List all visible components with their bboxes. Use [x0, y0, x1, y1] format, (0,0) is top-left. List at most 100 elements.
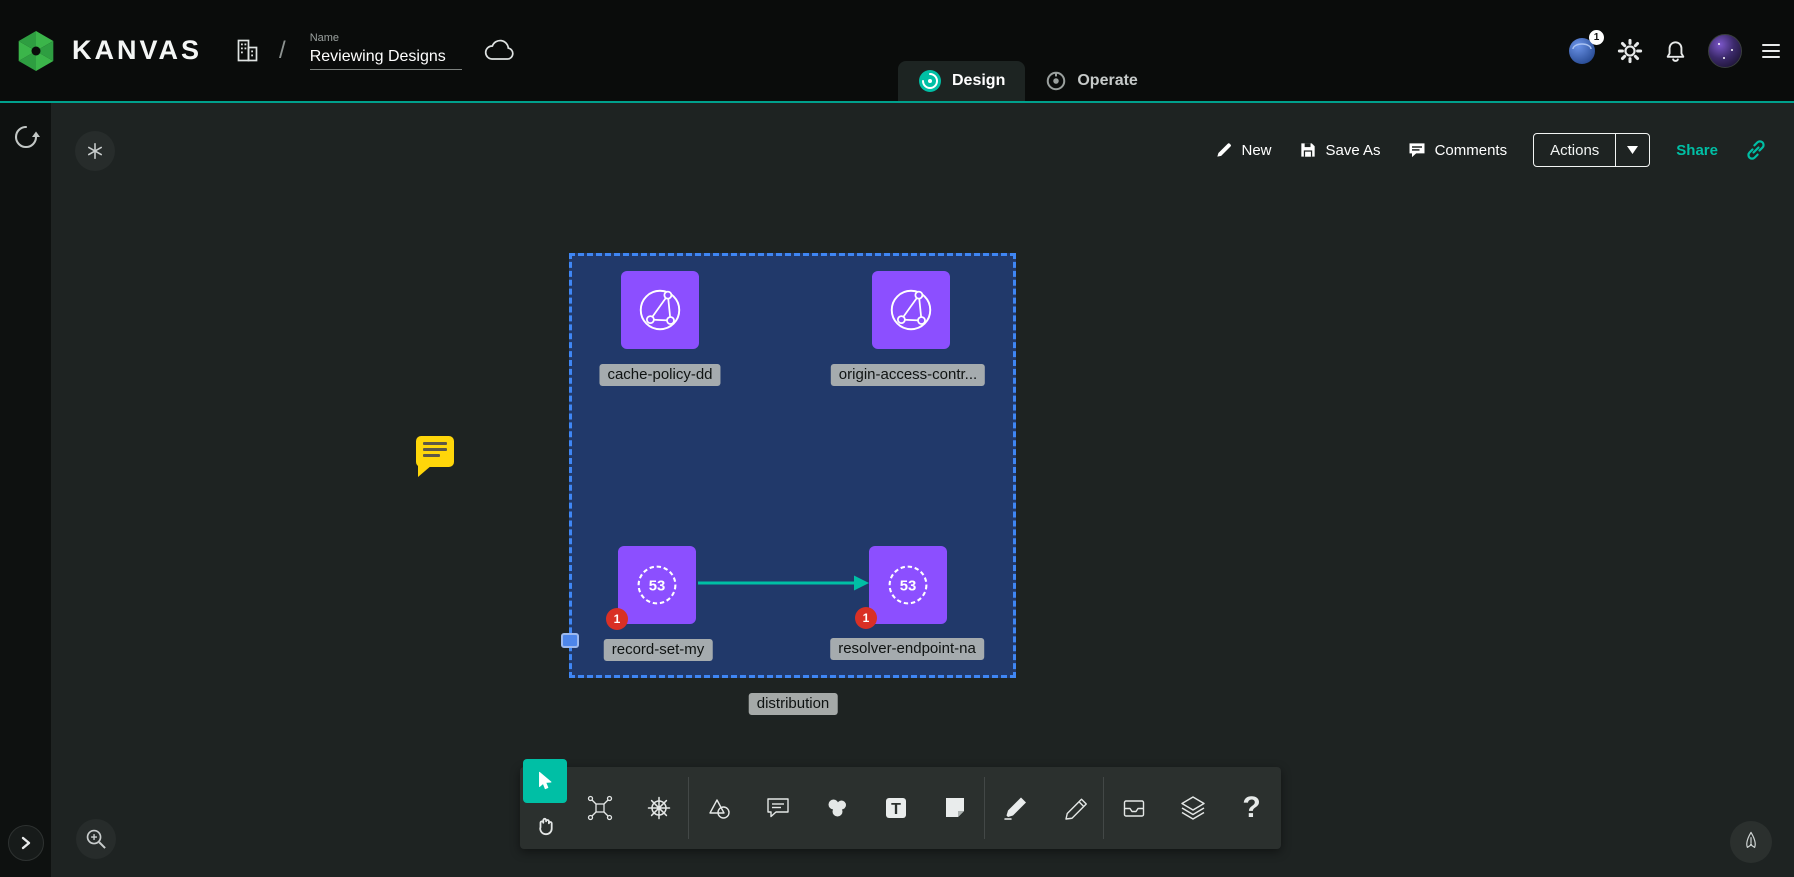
- actions-label: Actions: [1550, 142, 1599, 159]
- breadcrumb-separator: /: [279, 37, 286, 65]
- hamburger-menu-icon[interactable]: [1762, 44, 1780, 58]
- cloud-sync-icon[interactable]: [484, 39, 516, 63]
- design-name-block: Name: [310, 32, 462, 70]
- node-label-cache-policy[interactable]: cache-policy-dd: [599, 364, 720, 386]
- pencil-tool-button[interactable]: [1044, 767, 1103, 849]
- save-as-label: Save As: [1326, 142, 1381, 159]
- connection-arrow[interactable]: [698, 573, 870, 593]
- cluster-blob-tool-button[interactable]: [807, 767, 866, 849]
- mode-tabs: Design Operate: [898, 61, 1158, 101]
- canvas-quick-action-icon[interactable]: [75, 131, 115, 171]
- marker-pen-icon: [999, 792, 1031, 824]
- node-origin-access-control[interactable]: [872, 271, 950, 349]
- design-name-input[interactable]: [310, 47, 462, 70]
- cloudfront-icon: [883, 282, 939, 338]
- pan-tool-button[interactable]: [533, 803, 557, 849]
- comments-label: Comments: [1435, 142, 1508, 159]
- save-floppy-icon: [1298, 140, 1318, 160]
- route53-number: 53: [900, 579, 917, 595]
- blob-icon: [821, 792, 853, 824]
- layers-tool-button[interactable]: [1163, 767, 1222, 849]
- comments-button[interactable]: Comments: [1407, 140, 1508, 160]
- help-icon: ?: [1242, 791, 1260, 825]
- shapes-tool-button[interactable]: [689, 767, 748, 849]
- cursor-arrow-icon: [534, 770, 556, 792]
- annotate-pen-button[interactable]: [1730, 821, 1772, 863]
- tool-dock: T: [520, 767, 1281, 849]
- cloudfront-icon: [632, 282, 688, 338]
- route53-number: 53: [649, 579, 666, 595]
- marker-tool-button[interactable]: [985, 767, 1044, 849]
- operate-tab-icon: [1045, 70, 1067, 92]
- comments-bubble-icon: [1407, 140, 1427, 160]
- header-right-icons: 1: [1567, 34, 1784, 68]
- pencil-icon: [1058, 792, 1090, 824]
- design-name-label: Name: [310, 32, 462, 44]
- save-as-button[interactable]: Save As: [1298, 140, 1381, 160]
- sticky-note-icon: [939, 792, 971, 824]
- kanvas-logo[interactable]: KANVAS: [14, 29, 202, 73]
- top-bar: KANVAS / Name: [0, 0, 1794, 103]
- zoom-in-button[interactable]: [76, 819, 116, 859]
- catalog-icon[interactable]: 1: [1567, 36, 1597, 66]
- help-tool-button[interactable]: ?: [1222, 767, 1281, 849]
- magnifier-plus-icon: [83, 826, 109, 852]
- archive-inbox-icon: [1118, 792, 1150, 824]
- design-canvas[interactable]: New Save As Comments: [52, 103, 1794, 877]
- comment-tool-button[interactable]: [748, 767, 807, 849]
- left-sidebar: [0, 103, 52, 877]
- user-avatar[interactable]: [1708, 34, 1742, 68]
- tab-design[interactable]: Design: [898, 61, 1025, 101]
- route53-icon: 53: [880, 557, 936, 613]
- notifications-bell-icon[interactable]: [1663, 38, 1688, 63]
- canvas-toolbar: New Save As Comments: [1214, 133, 1769, 167]
- node-cache-policy[interactable]: [621, 271, 699, 349]
- actions-dropdown-button[interactable]: [1615, 134, 1649, 166]
- components-tool-button[interactable]: [570, 767, 629, 849]
- record-set-error-badge[interactable]: 1: [606, 608, 628, 630]
- kanvas-logo-icon: [14, 29, 58, 73]
- actions-split-button: Actions: [1533, 133, 1650, 167]
- helm-wheel-icon: [643, 792, 675, 824]
- notification-count-badge: 1: [1589, 30, 1604, 45]
- route53-icon: 53: [629, 557, 685, 613]
- component-chip-icon: [584, 792, 616, 824]
- operate-tab-label: Operate: [1077, 72, 1137, 90]
- shapes-icon: [703, 792, 735, 824]
- group-resize-handle[interactable]: [561, 633, 579, 648]
- share-button[interactable]: Share: [1676, 142, 1718, 159]
- group-label-distribution[interactable]: distribution: [749, 693, 838, 715]
- sticky-note-tool-button[interactable]: [925, 767, 984, 849]
- design-tab-label: Design: [952, 72, 1005, 90]
- new-button[interactable]: New: [1214, 140, 1272, 160]
- text-tool-letter: T: [891, 801, 901, 818]
- caret-down-icon: [1627, 146, 1638, 154]
- comment-icon: [762, 792, 794, 824]
- pen-nib-icon: [1739, 830, 1763, 854]
- new-pencil-icon: [1214, 140, 1234, 160]
- node-label-origin-access-control[interactable]: origin-access-contr...: [831, 364, 985, 386]
- design-tab-icon: [918, 69, 942, 93]
- settings-gear-icon[interactable]: [1617, 38, 1643, 64]
- copy-link-icon[interactable]: [1744, 138, 1768, 162]
- node-label-record-set[interactable]: record-set-my: [604, 639, 713, 661]
- layers-icon: [1177, 792, 1209, 824]
- sidebar-expand-button[interactable]: [8, 825, 44, 861]
- comment-marker[interactable]: [416, 436, 454, 467]
- resolver-endpoint-error-badge[interactable]: 1: [855, 607, 877, 629]
- text-tool-button[interactable]: T: [866, 767, 925, 849]
- designs-swirl-icon[interactable]: [12, 123, 40, 151]
- hand-icon: [533, 814, 557, 838]
- node-resolver-endpoint[interactable]: 53: [869, 546, 947, 624]
- dock-select-pan-column: [520, 767, 570, 849]
- select-tool-button[interactable]: [523, 759, 567, 803]
- archive-tool-button[interactable]: [1104, 767, 1163, 849]
- helm-tool-button[interactable]: [629, 767, 688, 849]
- app-title: KANVAS: [72, 35, 202, 66]
- node-label-resolver-endpoint[interactable]: resolver-endpoint-na: [830, 638, 984, 660]
- new-label: New: [1242, 142, 1272, 159]
- actions-button[interactable]: Actions: [1534, 134, 1615, 166]
- organization-icon[interactable]: [234, 37, 261, 64]
- tab-operate[interactable]: Operate: [1025, 61, 1157, 101]
- node-record-set[interactable]: 53: [618, 546, 696, 624]
